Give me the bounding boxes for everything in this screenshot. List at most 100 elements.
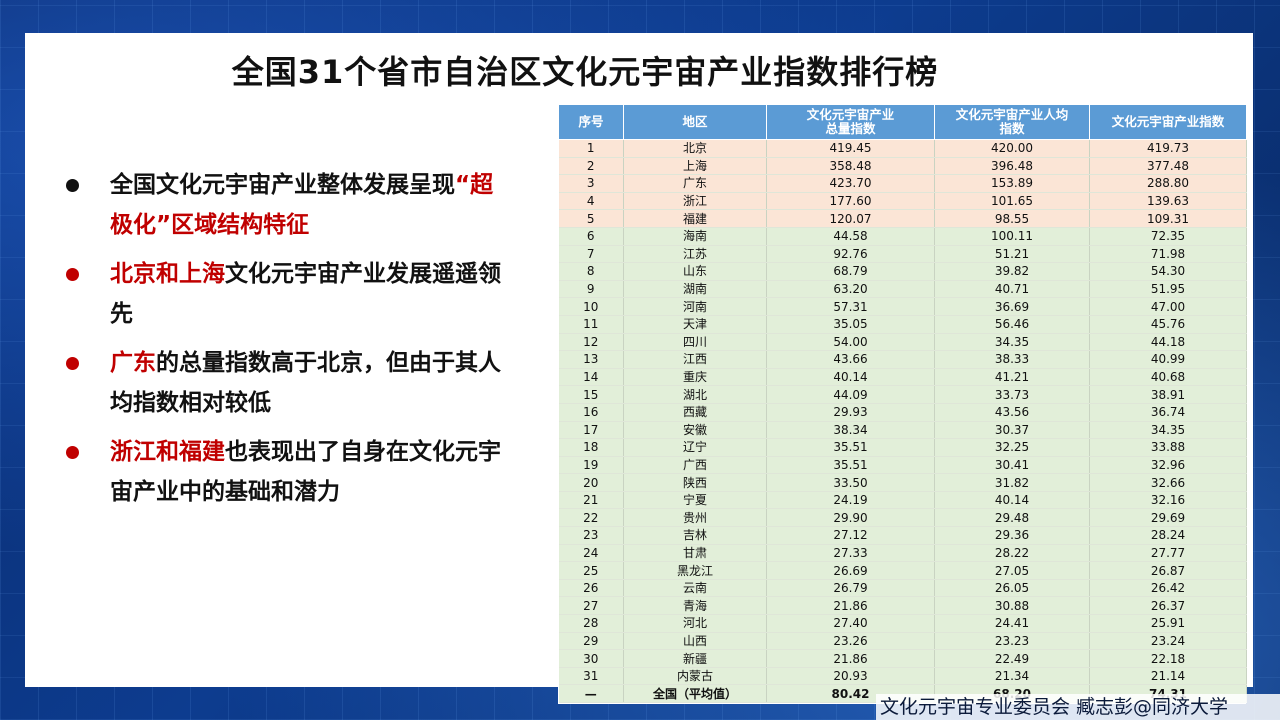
- table-cell: 54.00: [766, 333, 935, 352]
- table-cell: 海南: [623, 227, 767, 246]
- table-row: 13 江西 43.66 38.33 40.99: [558, 350, 1247, 369]
- table-row: 17 安徽 38.34 30.37 34.35: [558, 421, 1247, 440]
- table-cell: 宁夏: [623, 491, 767, 510]
- table-cell: 10: [558, 297, 624, 316]
- table-cell: 湖北: [623, 385, 767, 404]
- table-cell: 安徽: [623, 421, 767, 440]
- table-cell: 32.25: [934, 438, 1090, 457]
- bullet-highlight-text: 浙江和福建: [110, 439, 225, 465]
- table-cell: 57.31: [766, 297, 935, 316]
- table-cell: 22.18: [1089, 649, 1247, 668]
- table-cell: 38.34: [766, 421, 935, 440]
- table-cell: 27.40: [766, 614, 935, 633]
- table-cell: 26.87: [1089, 561, 1247, 580]
- table-cell: 24: [558, 544, 624, 563]
- bullet-item: 浙江和福建也表现出了自身在文化元宇宙产业中的基础和潜力: [60, 432, 510, 512]
- table-row: 7 江苏 92.76 51.21 71.98: [558, 245, 1247, 264]
- table-header-row: 序号 地区 文化元宇宙产业 总量指数 文化元宇宙产业人均 指数 文化元宇宙产业指数: [558, 104, 1247, 140]
- table-cell: —: [558, 684, 624, 703]
- slide-title: 全国31个省市自治区文化元宇宙产业指数排行榜: [231, 53, 939, 91]
- table-cell: 33.88: [1089, 438, 1247, 457]
- table-cell: 21: [558, 491, 624, 510]
- table-row: 24 甘肃 27.33 28.22 27.77: [558, 544, 1247, 563]
- table-cell: 44.18: [1089, 333, 1247, 352]
- table-cell: 吉林: [623, 526, 767, 545]
- table-row: 25 黑龙江 26.69 27.05 26.87: [558, 561, 1247, 580]
- table-cell: 6: [558, 227, 624, 246]
- table-cell: 29.48: [934, 508, 1090, 528]
- table-cell: 河南: [623, 297, 767, 316]
- table-cell: 26.42: [1089, 579, 1247, 598]
- ranking-table: 序号 地区 文化元宇宙产业 总量指数 文化元宇宙产业人均 指数 文化元宇宙产业指数 1 北京 4…: [558, 104, 1247, 703]
- table-cell: 27.33: [766, 544, 935, 563]
- table-cell: 广东: [623, 174, 767, 193]
- table-cell: 26: [558, 579, 624, 598]
- table-cell: 45.76: [1089, 315, 1247, 334]
- table-row: 14 重庆 40.14 41.21 40.68: [558, 368, 1247, 387]
- table-row: 9 湖南 63.20 40.71 51.95: [558, 280, 1247, 299]
- bullet-dot-icon: [66, 357, 79, 370]
- table-cell: 29.90: [766, 508, 935, 528]
- table-cell: 44.09: [766, 385, 935, 404]
- table-cell: 100.11: [934, 227, 1090, 246]
- table-cell: 56.46: [934, 315, 1090, 334]
- table-cell: 28.22: [934, 544, 1090, 563]
- table-cell: 38.91: [1089, 385, 1247, 404]
- table-cell: 青海: [623, 596, 767, 616]
- table-cell: 辽宁: [623, 438, 767, 457]
- table-cell: 30.41: [934, 456, 1090, 475]
- bullet-text: 全国文化元宇宙产业整体发展呈现: [110, 172, 455, 198]
- table-cell: 33.50: [766, 473, 935, 492]
- table-cell: 39.82: [934, 262, 1090, 281]
- bullet-item: 广东的总量指数高于北京，但由于其人均指数相对较低: [60, 343, 510, 423]
- table-cell: 34.35: [934, 333, 1090, 352]
- table-cell: 17: [558, 421, 624, 440]
- table-cell: 28: [558, 614, 624, 633]
- table-cell: 21.14: [1089, 667, 1247, 686]
- column-header: 文化元宇宙产业 总量指数: [766, 104, 935, 140]
- table-cell: 26.79: [766, 579, 935, 598]
- bullet-item: 全国文化元宇宙产业整体发展呈现“超极化”区域结构特征: [60, 165, 510, 245]
- table-cell: 13: [558, 350, 624, 369]
- table-cell: 贵州: [623, 508, 767, 528]
- table-cell: 上海: [623, 157, 767, 176]
- table-cell: 福建: [623, 209, 767, 228]
- table-cell: 71.98: [1089, 245, 1247, 264]
- table-cell: 36.74: [1089, 403, 1247, 422]
- table-row: 31 内蒙古 20.93 21.34 21.14: [558, 667, 1247, 686]
- column-header: 序号: [558, 104, 624, 140]
- table-row: 12 四川 54.00 34.35 44.18: [558, 333, 1247, 352]
- table-cell: 33.73: [934, 385, 1090, 404]
- table-row: 29 山西 23.26 23.23 23.24: [558, 632, 1247, 651]
- table-row: 15 湖北 44.09 33.73 38.91: [558, 385, 1247, 404]
- table-cell: 广西: [623, 456, 767, 475]
- table-cell: 16: [558, 403, 624, 422]
- table-cell: 41.21: [934, 368, 1090, 387]
- table-cell: 139.63: [1089, 192, 1247, 211]
- table-row: 19 广西 35.51 30.41 32.96: [558, 456, 1247, 475]
- table-cell: 54.30: [1089, 262, 1247, 281]
- table-row: 1 北京 419.45 420.00 419.73: [558, 139, 1247, 158]
- table-cell: 43.66: [766, 350, 935, 369]
- table-cell: 26.37: [1089, 596, 1247, 616]
- table-row: 23 吉林 27.12 29.36 28.24: [558, 526, 1247, 545]
- table-cell: 23.23: [934, 632, 1090, 651]
- table-cell: 101.65: [934, 192, 1090, 211]
- table-cell: 3: [558, 174, 624, 193]
- table-cell: 27.05: [934, 561, 1090, 580]
- table-cell: 51.95: [1089, 280, 1247, 299]
- bullet-list: 全国文化元宇宙产业整体发展呈现“超极化”区域结构特征 北京和上海文化元宇宙产业发展…: [60, 165, 510, 521]
- table-cell: 陕西: [623, 473, 767, 492]
- table-cell: 23.26: [766, 632, 935, 651]
- table-cell: 153.89: [934, 174, 1090, 193]
- table-cell: 25: [558, 561, 624, 580]
- table-cell: 120.07: [766, 209, 935, 228]
- table-cell: 44.58: [766, 227, 935, 246]
- table-row: 28 河北 27.40 24.41 25.91: [558, 614, 1247, 633]
- table-cell: 27.77: [1089, 544, 1247, 563]
- table-cell: 山西: [623, 632, 767, 651]
- table-row: 6 海南 44.58 100.11 72.35: [558, 227, 1247, 246]
- table-row: 22 贵州 29.90 29.48 29.69: [558, 508, 1247, 528]
- table-cell: 天津: [623, 315, 767, 334]
- table-cell: 四川: [623, 333, 767, 352]
